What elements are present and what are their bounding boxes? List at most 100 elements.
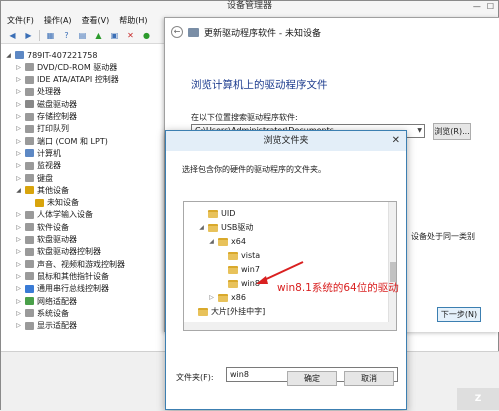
expander-icon[interactable]: ▷ — [15, 113, 22, 120]
expander-icon[interactable]: ▷ — [15, 285, 22, 292]
folder-tree-label: vista — [241, 251, 261, 260]
menu-view[interactable]: 查看(V) — [82, 15, 110, 26]
expander-icon[interactable]: ▷ — [15, 310, 22, 317]
device-tree: ◢ 789IT-407221758 ▷ DVD/CD-ROM 驱动器 ▷ IDE ATA/… — [1, 46, 167, 351]
device-tree-label: 其他设备 — [37, 185, 69, 195]
expander-icon[interactable]: ▷ — [15, 298, 22, 305]
device-tree-item[interactable]: ▷ 软盘驱动器 — [15, 234, 77, 246]
device-tree-label: 端口 (COM 和 LPT) — [37, 136, 108, 146]
device-tree-item[interactable]: ◢ 其他设备 — [15, 184, 69, 196]
expander-icon[interactable]: ◢ — [5, 52, 12, 59]
expander-icon[interactable]: ▷ — [15, 76, 22, 83]
expander-icon[interactable]: ◢ — [198, 224, 205, 231]
expander-icon[interactable]: ▷ — [15, 101, 22, 108]
expander-icon[interactable]: ▷ — [15, 64, 22, 71]
ok-button[interactable]: 确定 — [287, 371, 337, 386]
device-tree-item[interactable]: ▷ 声音、视频和游戏控制器 — [15, 258, 125, 270]
device-tree-item[interactable]: ▷ 软件设备 — [15, 221, 69, 233]
device-tree-item[interactable]: ▷ 软盘驱动器控制器 — [15, 246, 101, 258]
folder-tree-label: win7 — [241, 265, 260, 274]
expander-icon[interactable]: ▷ — [15, 175, 22, 182]
expander-icon[interactable]: ▷ — [15, 88, 22, 95]
expander-icon[interactable]: ▷ — [15, 322, 22, 329]
device-tree-item[interactable]: ▷ 计算机 — [15, 147, 61, 159]
enable-device-icon[interactable]: ● — [141, 30, 152, 41]
menu-action[interactable]: 操作(A) — [44, 15, 72, 26]
folder-tree[interactable]: UID◢USB驱动◢x64vistawin7win8▷x86大片[外挂中字]Do… — [183, 201, 397, 331]
expander-icon[interactable]: ▷ — [15, 224, 22, 231]
folder-tree-label: win8 — [241, 279, 260, 288]
expander-icon[interactable]: ▷ — [15, 211, 22, 218]
browse-button[interactable]: 浏览(R)... — [433, 123, 471, 140]
expander-icon[interactable]: ◢ — [208, 238, 215, 245]
device-tree-item[interactable]: ▷ 网络适配器 — [15, 295, 77, 307]
expander-icon[interactable]: ◢ — [15, 187, 22, 194]
device-tree-item[interactable]: 未知设备 — [25, 197, 79, 209]
update-driver-icon[interactable]: ▲ — [93, 30, 104, 41]
back-arrow-icon[interactable]: ← — [171, 26, 183, 38]
folder-tree-item[interactable]: 大片[外挂中字] — [188, 305, 265, 318]
expander-icon[interactable]: ▷ — [15, 125, 22, 132]
device-tree-item[interactable]: ▷ 磁盘驱动器 — [15, 98, 77, 110]
folder-tree-item[interactable]: ◢ x64 — [208, 235, 246, 248]
device-tree-item[interactable]: ▷ 打印队列 — [15, 123, 69, 135]
device-tree-item[interactable]: ▷ 处理器 — [15, 86, 61, 98]
annotation-text: win8.1系统的64位的驱动 — [277, 282, 399, 294]
expander-icon[interactable]: ▷ — [15, 248, 22, 255]
device-tree-item[interactable]: ◢ 789IT-407221758 — [5, 49, 97, 61]
menu-help[interactable]: 帮助(H) — [119, 15, 147, 26]
menu-file[interactable]: 文件(F) — [7, 15, 34, 26]
scrollbar-thumb[interactable] — [390, 262, 396, 282]
device-tree-item[interactable]: ▷ 人体学输入设备 — [15, 209, 93, 221]
expander-icon[interactable]: ▷ — [15, 162, 22, 169]
help-icon[interactable]: ? — [61, 30, 72, 41]
folder-tree-item[interactable]: ▷ x86 — [208, 291, 246, 304]
expander-icon[interactable]: ▷ — [15, 236, 22, 243]
horizontal-scrollbar[interactable] — [184, 322, 390, 330]
processor-icon — [25, 87, 34, 96]
forward-icon[interactable]: ▶ — [23, 30, 34, 41]
device-tree-label: 未知设备 — [47, 198, 79, 208]
chevron-down-icon[interactable]: ▼ — [417, 125, 422, 137]
close-icon[interactable]: ✕ — [392, 131, 400, 151]
expander-icon[interactable]: ▷ — [208, 294, 215, 301]
cancel-button[interactable]: 取消 — [344, 371, 394, 386]
device-tree-item[interactable]: ▷ 键盘 — [15, 172, 53, 184]
expander-icon[interactable]: ▷ — [15, 261, 22, 268]
minimize-icon[interactable]: — — [473, 1, 481, 12]
device-tree-item[interactable]: ▷ 鼠标和其他指针设备 — [15, 270, 109, 282]
folder-tree-item[interactable]: win7 — [218, 263, 260, 276]
computer-icon — [25, 149, 34, 158]
maximize-icon[interactable]: ☐ — [487, 1, 494, 12]
folder-tree-item[interactable]: vista — [218, 249, 260, 262]
device-tree-label: 声音、视频和游戏控制器 — [37, 259, 125, 269]
device-tree-item[interactable]: ▷ 系统设备 — [15, 307, 69, 319]
device-icon — [188, 27, 199, 37]
expander-icon[interactable]: ▷ — [15, 150, 22, 157]
device-tree-item[interactable]: ▷ 端口 (COM 和 LPT) — [15, 135, 108, 147]
view-icon[interactable]: ▤ — [77, 30, 88, 41]
vertical-scrollbar[interactable] — [388, 202, 396, 330]
back-icon[interactable]: ◀ — [7, 30, 18, 41]
device-tree-label: 人体学输入设备 — [37, 210, 93, 220]
next-button[interactable]: 下一步(N) — [437, 307, 481, 322]
device-tree-item[interactable]: ▷ 显示适配器 — [15, 320, 77, 332]
device-tree-item[interactable]: ▷ 监视器 — [15, 160, 61, 172]
expander-icon[interactable]: ▷ — [15, 138, 22, 145]
scan-hardware-icon[interactable]: ▣ — [109, 30, 120, 41]
device-tree-label: 789IT-407221758 — [27, 50, 98, 60]
ide-controller-icon — [25, 75, 34, 84]
device-tree-item[interactable]: ▷ DVD/CD-ROM 驱动器 — [15, 61, 117, 73]
search-location-label: 在以下位置搜索驱动程序软件: — [191, 113, 298, 122]
device-tree-item[interactable]: ▷ 存储控制器 — [15, 111, 77, 123]
sound-icon — [25, 260, 34, 269]
folder-tree-item[interactable]: UID — [198, 207, 235, 220]
properties-icon[interactable]: ▦ — [45, 30, 56, 41]
folder-tree-item[interactable]: win8 — [218, 277, 260, 290]
uninstall-icon[interactable]: ✕ — [125, 30, 136, 41]
device-tree-item[interactable]: ▷ 通用串行总线控制器 — [15, 283, 109, 295]
device-tree-item[interactable]: ▷ IDE ATA/ATAPI 控制器 — [15, 74, 119, 86]
device-tree-label: 软盘驱动器 — [37, 235, 77, 244]
folder-tree-item[interactable]: ◢ USB驱动 — [198, 221, 253, 234]
expander-icon[interactable]: ▷ — [15, 273, 22, 280]
